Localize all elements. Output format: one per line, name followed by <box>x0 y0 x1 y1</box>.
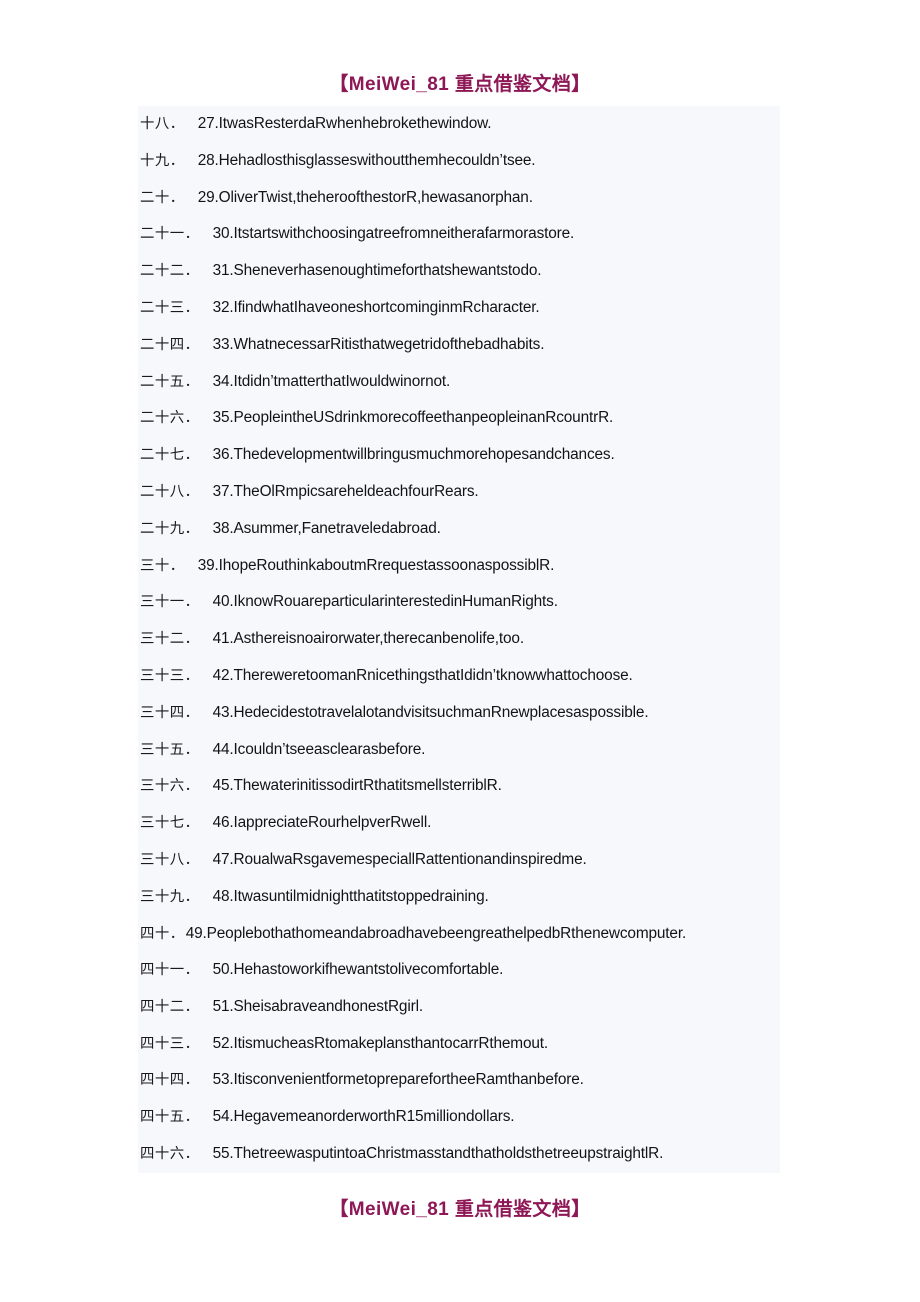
line-index-cn: 四十四． <box>140 1072 200 1089</box>
line-index-cn: 三十八． <box>140 851 200 868</box>
line-sentence: 35.PeopleintheUSdrinkmorecoffeethanpeopl… <box>212 409 614 427</box>
document-line: 四十二． 51.SheisabraveandhonestRgirl. <box>138 989 780 1026</box>
line-index-cn: 四十一． <box>140 961 200 978</box>
line-index-cn: 四十三． <box>140 1035 200 1052</box>
line-index-cn: 二十七． <box>140 447 200 464</box>
line-sentence: 31.Sheneverhasenoughtimeforthatshewantst… <box>212 262 542 280</box>
document-line: 二十七． 36.Thedevelopmentwillbringusmuchmore… <box>138 437 780 474</box>
document-page: 【MeiWei_81 重点借鉴文档】 十八． 27.ItwasResterdaRw… <box>0 0 920 1302</box>
line-sentence: 36.Thedevelopmentwillbringusmuchmorehope… <box>212 446 615 464</box>
line-index-cn: 三十六． <box>140 778 200 795</box>
document-line: 三十二． 41.Asthereisnoairorwater,therecanben… <box>138 621 780 658</box>
line-index-cn: 二十二． <box>140 263 200 280</box>
line-index-cn: 三十九． <box>140 888 200 905</box>
line-sentence: 29.OliverTwist,theheroofthestorR,hewasan… <box>197 188 533 206</box>
line-sentence: 46.IappreciateRourhelpverRwell. <box>212 814 432 832</box>
line-sentence: 28.Hehadlosthisglasseswithoutthemhecould… <box>197 151 536 169</box>
line-sentence: 44.Icouldn’tseeasclearasbefore. <box>212 740 426 758</box>
line-sentence: 53.ItisconvenientformetopreparefortheeRa… <box>212 1071 584 1089</box>
line-sentence: 48.Itwasuntilmidnightthatitstoppedrainin… <box>212 887 489 905</box>
document-line: 三十三． 42.ThereweretoomanRnicethingsthatIdi… <box>138 658 780 695</box>
line-index-cn: 二十四． <box>140 336 200 353</box>
header-watermark: 【MeiWei_81 重点借鉴文档】 <box>329 74 591 95</box>
line-sentence: 30.Itstartswithchoosingatreefromneithera… <box>212 225 575 243</box>
document-line: 四十五． 54.HegavemeanorderworthR15milliondol… <box>138 1099 780 1136</box>
line-index-cn: 三十三． <box>140 667 200 684</box>
line-sentence: 45.ThewaterinitissodirtRthatitsmellsterr… <box>212 777 502 795</box>
line-sentence: 49.Peoplebothathomeandabroadhavebeengrea… <box>185 924 687 942</box>
document-line: 四十三． 52.ItismucheasRtomakeplansthantocarr… <box>138 1026 780 1063</box>
line-sentence: 55.ThetreewasputintoaChristmasstandthath… <box>212 1144 664 1162</box>
line-sentence: 39.IhopeRouthinkaboutmRrequestassoonaspo… <box>197 556 555 574</box>
line-index-cn: 四十． <box>140 925 185 942</box>
line-sentence: 32.IfindwhatIhaveoneshortcominginmRchara… <box>212 298 540 316</box>
document-line: 二十二． 31.Sheneverhasenoughtimeforthatshewa… <box>138 253 780 290</box>
document-line: 三十六． 45.ThewaterinitissodirtRthatitsmells… <box>138 768 780 805</box>
document-line: 三十七． 46.IappreciateRourhelpverRwell. <box>138 805 780 842</box>
document-body: 十八． 27.ItwasResterdaRwhenhebrokethewindow… <box>138 106 780 1173</box>
document-line: 三十八． 47.RoualwaRsgavemespeciallRattention… <box>138 842 780 879</box>
line-index-cn: 三十． <box>140 557 185 574</box>
document-line: 二十． 29.OliverTwist,theheroofthestorR,hewa… <box>138 180 780 217</box>
line-sentence: 33.WhatnecessarRitisthatwegetridofthebad… <box>212 335 545 353</box>
document-line: 二十六． 35.PeopleintheUSdrinkmorecoffeethanp… <box>138 400 780 437</box>
line-index-cn: 二十三． <box>140 299 200 316</box>
line-index-cn: 三十二． <box>140 631 200 648</box>
document-line: 四十．49.Peoplebothathomeandabroadhavebeeng… <box>138 916 780 952</box>
line-sentence: 42.ThereweretoomanRnicethingsthatIdidn’t… <box>212 666 633 684</box>
line-sentence: 41.Asthereisnoairorwater,therecanbenolif… <box>212 630 525 648</box>
line-index-cn: 十八． <box>140 116 185 132</box>
line-index-cn: 三十五． <box>140 741 200 758</box>
document-line: 三十四． 43.Hedecidestotravelalotandvisitsuch… <box>138 695 780 732</box>
line-index-cn: 二十． <box>140 189 185 206</box>
line-index-cn: 三十四． <box>140 704 200 721</box>
document-line: 四十一． 50.Hehastoworkifhewantstolivecomfort… <box>138 952 780 989</box>
document-line: 二十四． 33.WhatnecessarRitisthatwegetridofth… <box>138 327 780 364</box>
line-sentence: 51.SheisabraveandhonestRgirl. <box>212 997 424 1015</box>
line-sentence: 27.ItwasResterdaRwhenhebrokethewindow. <box>197 115 492 132</box>
line-index-cn: 四十五． <box>140 1109 200 1126</box>
line-index-cn: 十九． <box>140 152 185 169</box>
document-line: 三十五． 44.Icouldn’tseeasclearasbefore. <box>138 732 780 769</box>
line-sentence: 40.IknowRouareparticularinterestedinHuma… <box>212 593 558 611</box>
line-index-cn: 四十二． <box>140 998 200 1015</box>
line-index-cn: 二十一． <box>140 226 200 243</box>
line-sentence: 37.TheOlRmpicsareheldeachfourRears. <box>212 482 479 500</box>
document-line: 二十五． 34.Itdidn’tmatterthatIwouldwinornot. <box>138 364 780 401</box>
line-index-cn: 二十六． <box>140 410 200 427</box>
line-index-cn: 三十七． <box>140 815 200 832</box>
document-line: 十八． 27.ItwasResterdaRwhenhebrokethewindow… <box>138 106 780 143</box>
document-line: 二十九． 38.Asummer,Fanetraveledabroad. <box>138 511 780 548</box>
document-line: 二十八． 37.TheOlRmpicsareheldeachfourRears. <box>138 474 780 511</box>
line-sentence: 34.Itdidn’tmatterthatIwouldwinornot. <box>212 372 451 390</box>
line-sentence: 43.HedecidestotravelalotandvisitsuchmanR… <box>212 703 649 721</box>
line-index-cn: 二十五． <box>140 373 200 390</box>
line-index-cn: 三十一． <box>140 594 200 611</box>
document-line: 三十一． 40.IknowRouareparticularinterestedin… <box>138 584 780 621</box>
footer-watermark: 【MeiWei_81 重点借鉴文档】 <box>329 1199 591 1220</box>
line-sentence: 38.Asummer,Fanetraveledabroad. <box>212 519 441 537</box>
document-line: 三十九． 48.Itwasuntilmidnightthatitstoppedra… <box>138 879 780 916</box>
line-index-cn: 四十六． <box>140 1145 200 1162</box>
line-index-cn: 二十八． <box>140 483 200 500</box>
document-line: 十九． 28.Hehadlosthisglasseswithoutthemheco… <box>138 143 780 180</box>
document-line: 四十六． 55.ThetreewasputintoaChristmasstandt… <box>138 1136 780 1173</box>
line-sentence: 52.ItismucheasRtomakeplansthantocarrRthe… <box>212 1034 549 1052</box>
line-index-cn: 二十九． <box>140 520 200 537</box>
line-sentence: 47.RoualwaRsgavemespeciallRattentionandi… <box>212 850 587 868</box>
document-line: 三十． 39.IhopeRouthinkaboutmRrequestassoona… <box>138 548 780 585</box>
document-line: 二十一． 30.Itstartswithchoosingatreefromneit… <box>138 216 780 253</box>
line-sentence: 54.HegavemeanorderworthR15milliondollars… <box>212 1108 515 1126</box>
line-sentence: 50.Hehastoworkifhewantstolivecomfortable… <box>212 960 504 978</box>
document-line: 四十四． 53.Itisconvenientformetoprepareforth… <box>138 1062 780 1099</box>
document-line: 二十三． 32.IfindwhatIhaveoneshortcominginmRc… <box>138 290 780 327</box>
